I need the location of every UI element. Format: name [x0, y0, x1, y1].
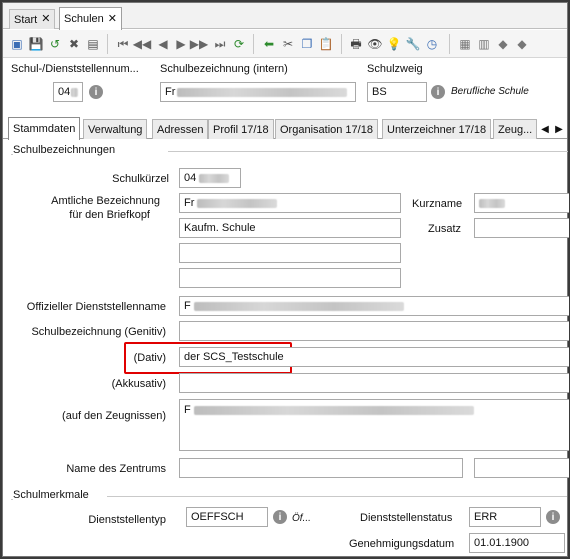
prev-page-icon[interactable]: ◀◀ [133, 36, 151, 52]
dativ-label: (Dativ) [133, 352, 166, 364]
kuerzel-field[interactable]: 04 [179, 168, 241, 188]
kurzname-label: Kurzname [412, 198, 463, 210]
branch-label: Schulzweig [367, 63, 423, 75]
group-divider [107, 496, 567, 497]
first-icon[interactable]: ⏮ [115, 36, 131, 52]
amtlich-label-1: Amtliche Bezeichnung [51, 195, 160, 207]
list-icon[interactable]: ▥ [476, 36, 492, 52]
save-icon[interactable]: 💾 [28, 36, 44, 52]
zeugnis-field[interactable]: F [179, 399, 569, 451]
info-icon[interactable]: i [431, 85, 445, 99]
info-icon[interactable]: i [273, 510, 287, 524]
group-title-schulmerkmale: Schulmerkmale [13, 489, 89, 501]
tab-organisation[interactable]: Organisation 17/18 [275, 119, 378, 139]
amtlich-label-2: für den Briefkopf [69, 209, 150, 221]
back-arrow-icon[interactable]: ⬅ [261, 36, 277, 52]
tools-icon[interactable]: 🔧 [405, 36, 421, 52]
info-icon[interactable]: i [546, 510, 560, 524]
dienststellentyp-description: Öf... [292, 513, 311, 524]
next-page-icon[interactable]: ▶▶ [190, 36, 208, 52]
tab-profil[interactable]: Profil 17/18 [208, 119, 274, 139]
group-divider [11, 154, 13, 155]
amtlich-line-4[interactable] [179, 268, 401, 288]
chevron-left-icon[interactable]: ◀ [539, 121, 551, 137]
edit-icon[interactable]: ▣ [9, 36, 25, 52]
tab-start-label: Start [14, 13, 38, 26]
dativ-field[interactable]: der SCS_Testschule [179, 347, 569, 367]
amtlich-line-2[interactable]: Kaufm. Schule [179, 218, 401, 238]
amtlich-line-1[interactable]: Fr [179, 193, 401, 213]
next-icon[interactable]: ▶ [173, 36, 189, 52]
branch-field[interactable]: BS [367, 82, 427, 102]
tab-schulen-label: Schulen [64, 13, 104, 25]
section-tab-strip: Stammdaten Verwaltung Adressen Profil 17… [3, 117, 567, 140]
genehmigungsdatum-label: Genehmigungsdatum [349, 538, 455, 550]
close-icon[interactable]: ✕ [108, 13, 117, 25]
amtlich-line-3[interactable] [179, 243, 401, 263]
tab-adressen[interactable]: Adressen [152, 119, 209, 139]
school-number-field[interactable]: 04 [53, 82, 83, 102]
genehmigungsdatum-field[interactable]: 01.01.1900 [469, 533, 565, 553]
zusatz-label: Zusatz [428, 223, 462, 235]
grid-icon[interactable]: ▦ [457, 36, 473, 52]
offiziell-label: Offizieller Dienststellenname [26, 301, 166, 313]
refresh-icon[interactable]: ⟳ [231, 36, 247, 52]
school-name-field[interactable]: Fr [160, 82, 356, 102]
tab-start[interactable]: Start ✕ [9, 9, 56, 29]
zusatz-field[interactable] [474, 218, 569, 238]
genitiv-field[interactable] [179, 321, 569, 341]
window-frame: Start ✕ Schulen ✕ ▣ 💾 ↺ ✖ ▤ ⏮ ◀◀ ◀ ▶ ▶▶ … [2, 2, 569, 557]
paint-icon[interactable]: ◆ [514, 36, 530, 52]
tab-unterzeichner[interactable]: Unterzeichner 17/18 [382, 119, 492, 139]
genitiv-label: Schulbezeichnung (Genitiv) [31, 326, 166, 338]
group-divider [168, 151, 568, 152]
bulb-icon[interactable]: 💡 [386, 36, 402, 52]
tab-schulen[interactable]: Schulen ✕ [59, 7, 122, 30]
dienststellentyp-field[interactable]: OEFFSCH [186, 507, 268, 527]
paste-icon[interactable]: 📋 [318, 36, 334, 52]
clock-icon[interactable]: ◷ [424, 36, 440, 52]
preview-icon[interactable]: 👁 [367, 36, 383, 52]
delete-icon[interactable]: ✖ [66, 36, 82, 52]
akkusativ-field[interactable] [179, 373, 569, 393]
print-icon[interactable]: 🖶 [348, 36, 364, 52]
prev-icon[interactable]: ◀ [155, 36, 171, 52]
kuerzel-label: Schulkürzel [112, 173, 169, 185]
offiziell-field[interactable]: F [179, 296, 569, 316]
info-icon[interactable]: i [89, 85, 103, 99]
tab-stammdaten[interactable]: Stammdaten [8, 117, 81, 140]
chevron-right-icon[interactable]: ▶ [553, 121, 565, 137]
akkusativ-label: (Akkusativ) [111, 378, 166, 390]
copy-icon[interactable]: ❐ [299, 36, 315, 52]
zentrum-field[interactable] [179, 458, 463, 478]
group-title-schulbezeichnungen: Schulbezeichnungen [13, 144, 116, 156]
dienststellenstatus-label: Dienststellenstatus [360, 512, 453, 524]
form-icon[interactable]: ▤ [85, 36, 101, 52]
zentrum-extra-field[interactable] [474, 458, 569, 478]
branch-description: Berufliche Schule [451, 86, 529, 97]
zentrum-label: Name des Zentrums [66, 463, 166, 475]
zeugnis-label: (auf den Zeugnissen) [62, 410, 166, 422]
school-name-label: Schulbezeichnung (intern) [160, 63, 288, 75]
dienststellenstatus-field[interactable]: ERR [469, 507, 541, 527]
kurzname-field[interactable] [474, 193, 569, 213]
school-number-label: Schul-/Dienststellennum... [11, 63, 139, 75]
undo-icon[interactable]: ↺ [47, 36, 63, 52]
cut-icon[interactable]: ✂ [280, 36, 296, 52]
last-icon[interactable]: ⏭ [212, 36, 228, 52]
document-tab-strip: Start ✕ Schulen ✕ [3, 3, 567, 30]
toolbar: ▣ 💾 ↺ ✖ ▤ ⏮ ◀◀ ◀ ▶ ▶▶ ⏭ ⟳ ⬅ ✂ ❐ 📋 🖶 👁 💡 … [3, 30, 567, 58]
close-icon[interactable]: ✕ [41, 14, 50, 25]
tab-verwaltung[interactable]: Verwaltung [83, 119, 148, 139]
group-divider [11, 499, 13, 500]
brush-icon[interactable]: ◆ [495, 36, 511, 52]
dienststellentyp-label: Dienststellentyp [88, 514, 166, 526]
tab-zeugnis[interactable]: Zeug... [493, 119, 538, 139]
